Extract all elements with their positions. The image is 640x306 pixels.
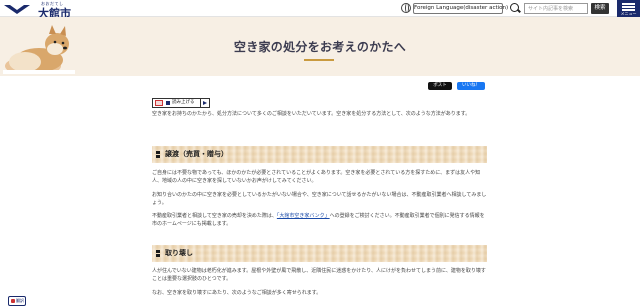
menu-button[interactable]: メニュー xyxy=(617,0,640,17)
share-x-button[interactable]: ポスト xyxy=(428,82,452,90)
intro-text: 空き家をお持ちのかたから、処分方法について多くのご相談をいただいています。空き家… xyxy=(152,111,471,117)
facebook-like-button[interactable]: いいね！ xyxy=(457,82,485,90)
translate-icon xyxy=(11,299,15,303)
translate-label: 翻訳 xyxy=(16,298,24,303)
section-heading-label: 譲渡（売買・贈与） xyxy=(165,150,228,158)
search-button[interactable]: 検索 xyxy=(591,3,609,14)
paragraph: 人が住んでいない建物は老朽化が進みます。屋根や外壁が風で飛散し、近隣住民に迷惑を… xyxy=(152,268,486,282)
search-icon xyxy=(510,3,519,12)
section-heading-demolition: 取り壊し xyxy=(152,245,487,262)
page-title: 空き家の処分をお考えのかたへ xyxy=(233,40,407,54)
paragraph: ご自身には不要な物であっても、ほかのかたが必要とされていることがよくあります。空… xyxy=(152,170,481,184)
read-aloud-bar[interactable]: 読み上げる xyxy=(152,98,210,108)
akiya-bank-link[interactable]: 「大館市空き家バンク」 xyxy=(277,213,330,219)
city-logo[interactable]: おおだてし 大館市 xyxy=(4,1,71,20)
read-aloud-label: 読み上げる xyxy=(172,100,195,105)
hamburger-icon xyxy=(622,6,635,8)
akiya-bank-paragraph: 不動産取引業者と相談して空き家の売却を決めた際は、「大館市空き家バンク」への登録… xyxy=(152,213,487,228)
section-heading-label: 取り壊し xyxy=(165,249,193,257)
hamburger-icon xyxy=(622,3,635,5)
paragraph: お知り合いのかたの中に空き家を必要としているかたがいない場合や、空き家について話… xyxy=(152,192,487,206)
search-input[interactable] xyxy=(524,3,588,14)
globe-icon xyxy=(401,3,411,13)
translate-button[interactable]: 翻訳 xyxy=(8,296,26,306)
play-icon[interactable] xyxy=(200,99,209,107)
read-aloud-logo-icon xyxy=(155,100,163,106)
foreign-language-button[interactable]: Foreign Language(disaster action) xyxy=(413,3,508,14)
speaker-icon xyxy=(166,101,170,105)
section-heading-transfer: 譲渡（売買・贈与） xyxy=(152,146,487,163)
city-emblem-icon xyxy=(4,4,30,14)
heading-marker-icon xyxy=(156,151,160,158)
heading-marker-icon xyxy=(156,250,160,257)
bank-text-pre: 不動産取引業者と相談して空き家の売却を決めた際は、 xyxy=(152,213,277,219)
title-underline xyxy=(304,59,334,61)
paragraph: なお、空き家を取り壊すにあたり、次のようなご相談が多く寄せられます。 xyxy=(152,290,322,296)
site-header: おおだてし 大館市 Foreign Language(disaster acti… xyxy=(0,0,640,20)
